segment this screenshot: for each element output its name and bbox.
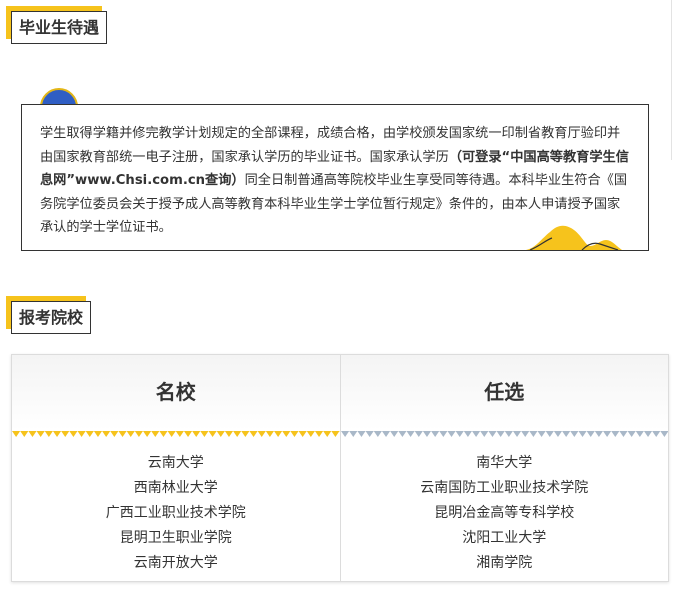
zigzag-divider [12,431,340,437]
graduate-benefits-text: 学生取得学籍并修完教学计划规定的全部课程，成绩合格，由学校颁发国家统一印制省教育… [40,126,629,235]
zigzag-divider [340,431,668,437]
list-item[interactable]: 云南开放大学 [12,551,340,576]
column-title: 任选 [340,355,668,431]
list-item[interactable]: 昆明冶金高等专科学校 [341,501,669,526]
list-item[interactable]: 南华大学 [341,451,669,476]
list-item[interactable]: 湘南学院 [341,551,669,576]
section-title-schools: 报考院校 [6,296,92,334]
list-item[interactable]: 西南林业大学 [12,476,340,501]
page-edge-rule [671,0,672,160]
list-item[interactable]: 云南国防工业职业技术学院 [341,476,669,501]
schools-panel: 名校 云南大学 西南林业大学 广西工业职业技术学院 昆明卫生职业学院 云南开放大… [11,354,669,582]
graduate-benefits-box: 学生取得学籍并修完教学计划规定的全部课程，成绩合格，由学校颁发国家统一印制省教育… [21,104,649,251]
column-optional-schools: 任选 南华大学 云南国防工业职业技术学院 昆明冶金高等专科学校 沈阳工业大学 湘… [339,355,669,581]
section-title-label: 报考院校 [11,301,92,334]
list-item[interactable]: 云南大学 [12,451,340,476]
column-famous-schools: 名校 云南大学 西南林业大学 广西工业职业技术学院 昆明卫生职业学院 云南开放大… [12,355,340,581]
list-item[interactable]: 广西工业职业技术学院 [12,501,340,526]
section-title-label: 毕业生待遇 [11,11,108,44]
list-item[interactable]: 昆明卫生职业学院 [12,526,340,551]
mountain-wave-icon [526,225,622,250]
school-list: 南华大学 云南国防工业职业技术学院 昆明冶金高等专科学校 沈阳工业大学 湘南学院 [341,439,669,576]
section-title-graduate-benefits: 毕业生待遇 [6,6,108,44]
column-title: 名校 [12,355,340,431]
list-item[interactable]: 沈阳工业大学 [341,526,669,551]
school-list: 云南大学 西南林业大学 广西工业职业技术学院 昆明卫生职业学院 云南开放大学 [12,439,340,576]
